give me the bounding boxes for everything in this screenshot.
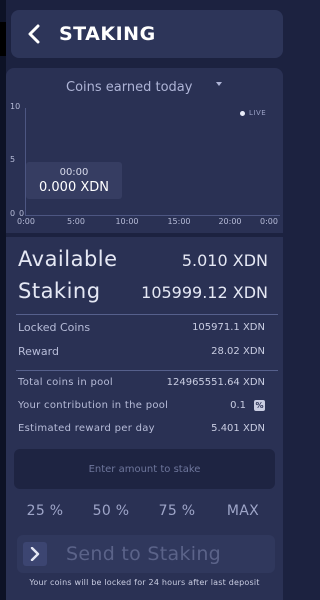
total-pool-label: Total coins in pool — [18, 377, 114, 388]
locked-coins-value: 105971.1 XDN — [192, 322, 265, 333]
staking-panel: Available 5.010 XDN Staking 105999.12 XD… — [6, 237, 283, 600]
contribution-row: Your contribution in the pool 0.1 % — [18, 400, 265, 411]
tooltip-time: 00:00 — [59, 167, 89, 178]
x-tick-label: 0:00 — [17, 217, 35, 226]
reward-value: 28.02 XDN — [211, 346, 265, 357]
contribution-value-group: 0.1 % — [230, 400, 265, 411]
x-tick-label: 15:00 — [167, 217, 191, 226]
available-row: Available 5.010 XDN — [18, 247, 268, 271]
estimated-reward-label: Estimated reward per day — [18, 423, 155, 434]
percent-75-button[interactable]: 75 % — [159, 503, 196, 519]
max-button[interactable]: MAX — [227, 503, 259, 519]
caret-down-icon[interactable] — [216, 82, 222, 86]
reward-label: Reward — [18, 345, 59, 358]
send-arrow-box — [23, 542, 47, 566]
locked-coins-row: Locked Coins 105971.1 XDN — [18, 321, 265, 334]
contribution-value: 0.1 — [230, 400, 246, 411]
chevron-left-icon — [28, 24, 40, 44]
stake-amount-input[interactable] — [14, 449, 275, 489]
back-button[interactable] — [17, 10, 51, 58]
page-title: STAKING — [59, 23, 156, 45]
x-tick-label: 0:00 — [260, 217, 278, 226]
estimated-reward-value: 5.401 XDN — [211, 423, 265, 434]
y-tick-label: 10 — [10, 102, 21, 111]
available-label: Available — [18, 247, 118, 271]
percent-25-button[interactable]: 25 % — [27, 503, 64, 519]
send-to-staking-button[interactable]: Send to Staking — [17, 535, 275, 573]
header-bar: STAKING — [11, 10, 283, 58]
live-label: LIVE — [249, 109, 267, 117]
x-tick-label: 10:00 — [115, 217, 139, 226]
staking-value: 105999.12 XDN — [141, 283, 268, 302]
estimated-reward-row: Estimated reward per day 5.401 XDN — [18, 423, 265, 434]
lock-notice: Your coins will be locked for 24 hours a… — [29, 578, 260, 587]
divider — [16, 370, 278, 371]
reward-row: Reward 28.02 XDN — [18, 345, 265, 358]
x-tick-label: 20:00 — [218, 217, 242, 226]
tooltip-value: 0.000 XDN — [39, 180, 109, 195]
x-axis-line — [25, 215, 280, 216]
percent-options: 25 % 50 % 75 % MAX — [6, 503, 283, 523]
y-tick-label: 0 — [10, 209, 16, 218]
chart-card: Coins earned today LIVE 10 5 0 0 0:00 5:… — [6, 68, 283, 233]
x-tick-label: 5:00 — [67, 217, 85, 226]
staking-row: Staking 105999.12 XDN — [18, 279, 268, 303]
percent-50-button[interactable]: 50 % — [93, 503, 130, 519]
percent-icon: % — [254, 400, 265, 411]
total-pool-row: Total coins in pool 124965551.64 XDN — [18, 377, 265, 388]
locked-coins-label: Locked Coins — [18, 321, 91, 334]
live-indicator: LIVE — [240, 109, 266, 117]
contribution-label: Your contribution in the pool — [18, 400, 169, 411]
chart-tooltip: 00:00 0.000 XDN — [26, 162, 122, 199]
available-value: 5.010 XDN — [181, 251, 268, 270]
y-tick-label: 5 — [10, 155, 16, 164]
live-dot-icon — [240, 110, 245, 116]
left-edge-dark-block — [0, 22, 6, 56]
staking-label: Staking — [18, 279, 101, 303]
total-pool-value: 124965551.64 XDN — [166, 377, 265, 388]
chevron-right-icon — [30, 547, 40, 561]
divider — [16, 314, 278, 315]
send-to-staking-label: Send to Staking — [66, 543, 222, 565]
chart-title-dropdown[interactable]: Coins earned today — [66, 80, 192, 95]
